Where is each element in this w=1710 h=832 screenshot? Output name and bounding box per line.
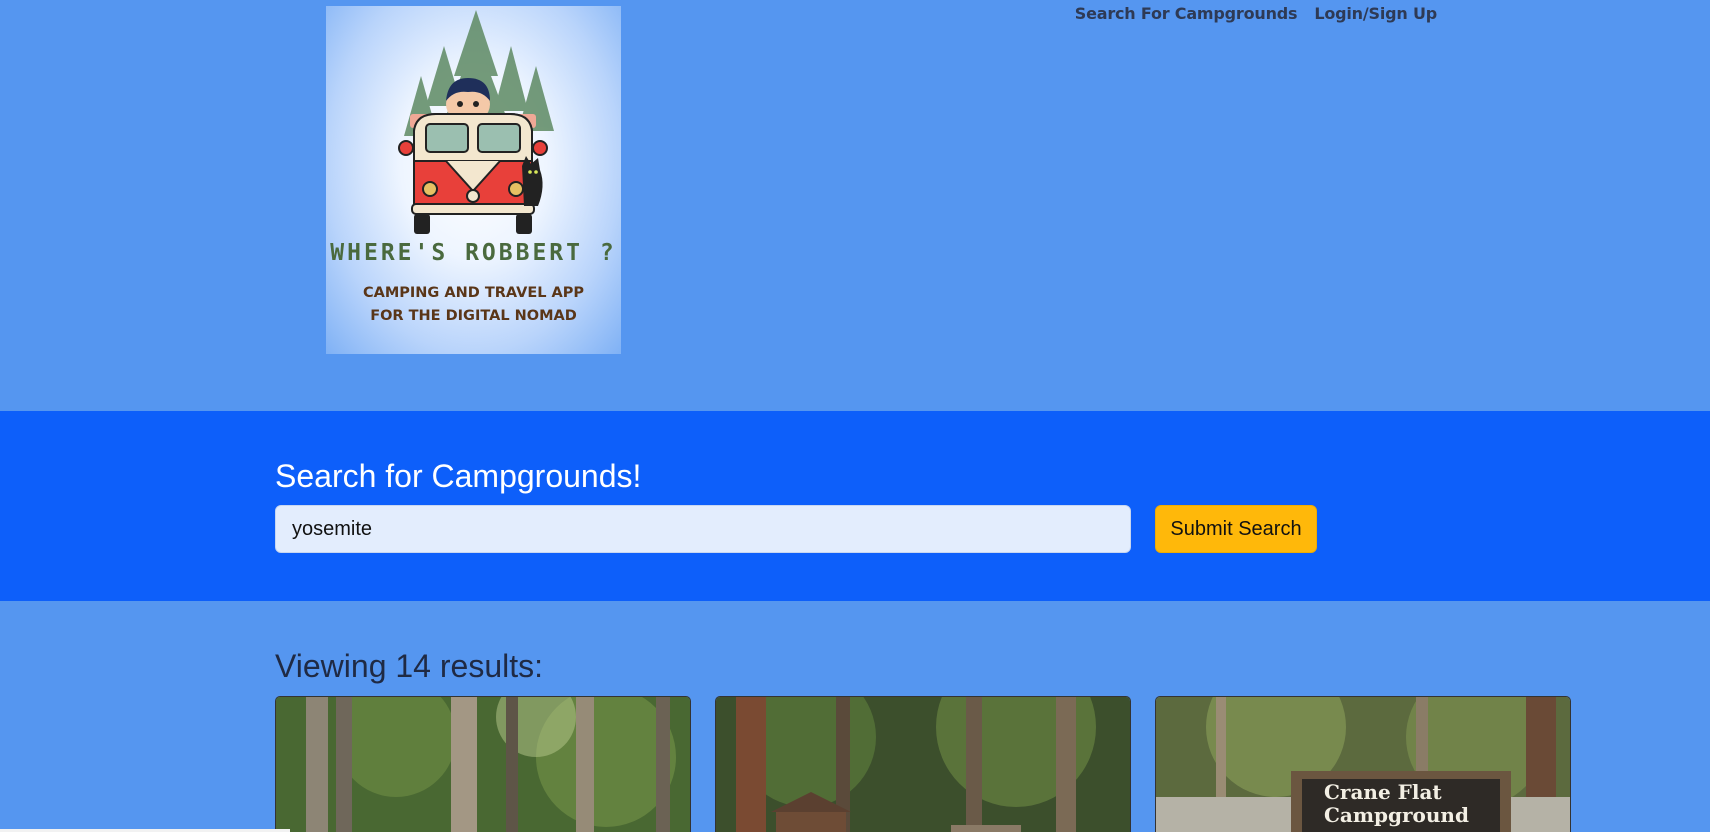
search-section: Search for Campgrounds! Submit Search <box>0 411 1710 601</box>
logo-subtitle-line2: FOR THE DIGITAL NOMAD <box>370 308 577 324</box>
search-heading: Search for Campgrounds! <box>275 458 642 494</box>
nav-search-campgrounds-link[interactable]: Search For Campgrounds <box>1075 4 1298 23</box>
sign-line1: Crane Flat <box>1324 780 1442 804</box>
logo-subtitle: CAMPING AND TRAVEL APP FOR THE DIGITAL N… <box>326 282 621 328</box>
site-header: WHERE'S ROBBERT ? CAMPING AND TRAVEL APP… <box>0 0 1710 411</box>
result-card[interactable] <box>715 696 1131 832</box>
search-input[interactable] <box>275 505 1131 553</box>
submit-search-button[interactable]: Submit Search <box>1155 505 1317 553</box>
campground-cabin-photo <box>716 697 1130 832</box>
result-card[interactable]: Crane Flat Campground <box>1155 696 1571 832</box>
app-logo[interactable]: WHERE'S ROBBERT ? CAMPING AND TRAVEL APP… <box>326 6 621 354</box>
crane-flat-sign-text: Crane Flat Campground <box>1324 781 1469 827</box>
forest-campground-photo <box>276 697 690 832</box>
nav-login-signup-link[interactable]: Login/Sign Up <box>1314 4 1437 23</box>
results-heading: Viewing 14 results: <box>275 648 543 684</box>
logo-subtitle-line1: CAMPING AND TRAVEL APP <box>362 285 585 301</box>
logo-title: WHERE'S ROBBERT ? <box>330 240 617 266</box>
top-nav: Search For Campgrounds Login/Sign Up <box>1075 4 1437 23</box>
sign-line2: Campground <box>1324 803 1469 827</box>
result-card[interactable] <box>275 696 691 832</box>
